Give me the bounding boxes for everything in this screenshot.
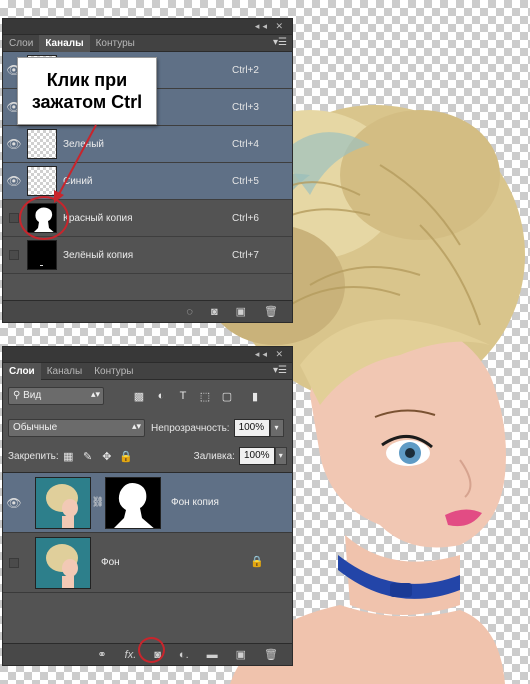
lock-label: Закрепить:	[8, 450, 59, 462]
lock-brush-icon[interactable]: ✎	[78, 450, 97, 463]
channel-row[interactable]: Зелёный копия Ctrl+7	[3, 237, 292, 274]
filter-kind-select[interactable]: ⚲ Вид ▴▾	[8, 387, 104, 405]
layer-mask-thumbnail[interactable]	[105, 476, 161, 529]
layer-style-icon[interactable]: fx.	[125, 649, 137, 661]
layers-panel: ◂◂ ✕ Слои Каналы Контуры ▾☰ ⚲ Вид ▴▾ ▩ ◐…	[2, 346, 293, 666]
fill-dropdown[interactable]: ▾	[274, 447, 288, 465]
filter-kind-label: Вид	[23, 390, 42, 401]
channel-shortcut: Ctrl+7	[232, 249, 259, 261]
layer-name: Фон копия	[171, 497, 219, 508]
tab-channels[interactable]: Каналы	[39, 35, 90, 52]
chevron-down-icon: ▴▾	[90, 389, 100, 399]
channel-shortcut: Ctrl+5	[232, 175, 259, 187]
trash-icon[interactable]: 🗑	[264, 648, 278, 661]
layers-tabbar: Слои Каналы Контуры ▾☰	[3, 363, 292, 380]
new-channel-icon[interactable]: ▣	[236, 305, 246, 318]
opacity-dropdown[interactable]: ▾	[269, 419, 284, 437]
smart-object-filter-icon[interactable]: ▢	[216, 390, 238, 403]
chevron-down-icon: ▴▾	[131, 421, 141, 431]
visibility-toggle[interactable]	[9, 250, 19, 260]
channel-name: Красный копия	[63, 212, 133, 224]
eye-icon[interactable]: 👁	[3, 174, 25, 188]
panel-titlebar: ◂◂ ✕	[3, 19, 292, 35]
speck-icon	[40, 265, 43, 266]
channel-name: Зелёный копия	[63, 249, 134, 261]
channel-row[interactable]: 👁 Синий Ctrl+5	[3, 163, 292, 200]
doll-thumb-icon	[46, 483, 78, 528]
filter-row: ⚲ Вид ▴▾ ▩ ◐ T ⬚ ▢ ▮	[3, 384, 292, 408]
link-layers-icon[interactable]: ⚭	[97, 648, 106, 661]
layer-row[interactable]: 👁 ⛓ Фон копия	[3, 473, 292, 533]
eye-icon[interactable]: 👁	[3, 496, 25, 510]
tab-channels[interactable]: Каналы	[41, 363, 89, 380]
save-selection-icon[interactable]: ◙	[211, 306, 218, 318]
panel-titlebar: ◂◂ ✕	[3, 347, 292, 363]
load-selection-icon[interactable]: ◌	[186, 306, 193, 318]
search-icon: ⚲	[13, 390, 21, 401]
chain-link-icon[interactable]: ⛓	[91, 497, 105, 508]
fill-input[interactable]: 100%	[238, 447, 275, 465]
blend-row: Обычные ▴▾ Непрозрачность: 100% ▾	[3, 416, 292, 440]
channel-row[interactable]: 👁 Зеленый Ctrl+4	[3, 126, 292, 163]
eye-icon[interactable]: 👁	[3, 137, 25, 151]
panel-menu-icon[interactable]: ▾☰	[273, 365, 287, 376]
channel-name: Зеленый	[63, 138, 104, 150]
highlight-ring	[19, 196, 69, 240]
type-filter-icon[interactable]: T	[172, 390, 194, 402]
adjustment-filter-icon[interactable]: ◐	[150, 390, 172, 402]
layer-row[interactable]: Фон 🔒	[3, 533, 292, 593]
mask-silhouette-icon	[114, 482, 154, 528]
lock-position-icon[interactable]: ✥	[97, 450, 116, 463]
callout-box: Клик при зажатом Ctrl	[17, 57, 157, 125]
lock-row: Закрепить: ▦ ✎ ✥ 🔒 Заливка: 100% ▾	[3, 444, 292, 468]
channel-shortcut: Ctrl+2	[232, 64, 259, 76]
new-layer-icon[interactable]: ▣	[236, 648, 246, 661]
adjustment-layer-icon[interactable]: ◐.	[179, 649, 189, 661]
tab-paths[interactable]: Контуры	[88, 363, 139, 380]
image-filter-icon[interactable]: ▩	[128, 390, 150, 403]
channels-tabbar: Слои Каналы Контуры ▾☰	[3, 35, 292, 52]
channel-name: Синий	[63, 175, 93, 187]
layer-name: Фон	[101, 557, 120, 568]
channel-thumbnail	[27, 129, 57, 159]
visibility-toggle[interactable]	[9, 557, 19, 568]
channel-shortcut: Ctrl+3	[232, 101, 259, 113]
blend-mode-value: Обычные	[13, 422, 58, 433]
doll-thumb-icon	[46, 543, 78, 588]
blend-mode-select[interactable]: Обычные ▴▾	[8, 419, 145, 437]
lock-all-icon[interactable]: 🔒	[116, 450, 135, 463]
trash-icon[interactable]: 🗑	[264, 305, 278, 318]
collapse-icon[interactable]: ◂◂ ✕	[255, 21, 286, 32]
tab-layers[interactable]: Слои	[3, 35, 39, 52]
panel-menu-icon[interactable]: ▾☰	[273, 37, 287, 48]
lock-transparency-icon[interactable]: ▦	[59, 450, 78, 463]
layers-list: 👁 ⛓ Фон копия Фон 🔒	[3, 472, 292, 593]
new-group-icon[interactable]: ▬	[207, 649, 218, 661]
channel-thumbnail	[27, 240, 57, 270]
channel-shortcut: Ctrl+6	[232, 212, 259, 224]
channels-footer: ◌ ◙ ▣ 🗑	[3, 300, 292, 322]
layer-thumbnail[interactable]	[35, 536, 91, 589]
fill-label: Заливка:	[193, 450, 235, 462]
highlight-ring-mask	[138, 637, 165, 663]
filter-toggle[interactable]: ▮	[244, 390, 266, 403]
shape-filter-icon[interactable]: ⬚	[194, 390, 216, 403]
tab-paths[interactable]: Контуры	[90, 35, 141, 52]
opacity-label: Непрозрачность:	[151, 422, 230, 434]
visibility-toggle[interactable]	[9, 213, 19, 223]
opacity-input[interactable]: 100%	[233, 419, 270, 437]
channel-shortcut: Ctrl+4	[232, 138, 259, 150]
channel-thumbnail	[27, 166, 57, 196]
tab-layers[interactable]: Слои	[3, 363, 41, 380]
layer-thumbnail[interactable]	[35, 476, 91, 529]
lock-icon: 🔒	[250, 556, 264, 568]
collapse-icon[interactable]: ◂◂ ✕	[255, 349, 286, 360]
